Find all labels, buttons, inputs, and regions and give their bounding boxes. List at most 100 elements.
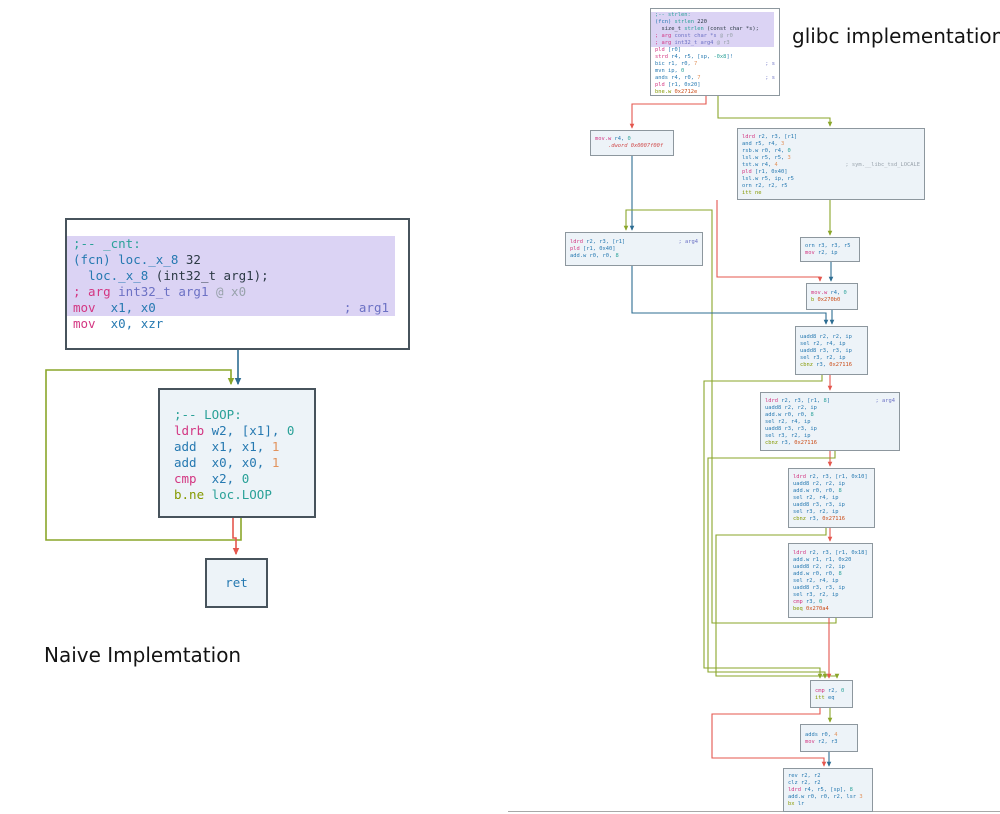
naive-entry-block[interactable]: ;-- _cnt:(fcn) loc._x_8 32 loc._x_8 (int… (65, 218, 410, 350)
adjust-count-block[interactable]: adds r0, 4mov r2, r3 (800, 724, 858, 752)
null-found-block[interactable]: cmp r2, 0itt eq (810, 680, 853, 708)
asm-line: ldrd r2, r3, [r1, 0x10] (789, 474, 874, 481)
asm-line: add.w r0, r0, 8 (789, 488, 874, 495)
asm-line: add x0, x0, 1 (168, 455, 314, 471)
epilogue-block[interactable]: rev r2, r2clz r2, r2ldrd r4, r5, [sp], 8… (783, 768, 873, 812)
asm-token: ldrd (788, 787, 804, 794)
asm-line: .dword 0x0007f00f (591, 143, 673, 150)
asm-token: pld (570, 246, 583, 253)
asm-token: 32 (186, 252, 201, 268)
asm-token: 4 (774, 162, 777, 169)
asm-token: 3 (781, 141, 784, 148)
asm-token: ] (827, 398, 830, 405)
asm-token: 3 (787, 155, 790, 162)
asm-token: pld (742, 169, 755, 176)
asm-line: size_t strlen (const char *s); (651, 26, 774, 33)
asm-token: (const char *s); (707, 26, 759, 33)
loop-load-block[interactable]: ldrd r2, r3, [r1]; arg4pld [r1, 0x40]add… (565, 232, 703, 266)
asm-token: orn r3, r3, r5 (805, 243, 850, 250)
asm-token: ldrd (570, 239, 586, 246)
asm-token: ret (225, 575, 248, 591)
asm-line: add.w r0, r0, 8 (789, 571, 872, 578)
naive-title-label: Naive Implemtation (44, 643, 241, 667)
asm-token: sel r2, r4, ip (793, 578, 838, 585)
asm-token: cbnz (793, 516, 809, 523)
check-word24-block[interactable]: ldrd r2, r3, [r1, 0x18]add.w r1, r1, 0x2… (788, 543, 873, 618)
asm-token: 0x270b0 (818, 297, 841, 304)
asm-line: add.w r0, r0, r2, lsr 3 (784, 794, 872, 801)
asm-line: add.w r1, r1, 0x20 (789, 557, 872, 564)
asm-token: ;-- strlen: (655, 12, 691, 19)
check-word8-block[interactable]: ldrd r2, r3, [r1, 8]; arg4uadd8 r2, r2, … (760, 392, 900, 451)
asm-token: eq (828, 695, 835, 702)
asm-token: mov (805, 739, 818, 746)
strlen-entry-block[interactable]: ;-- strlen:(fcn) strlen 220 size_t strle… (650, 8, 780, 96)
asm-token: uadd8 r3, r3, ip (793, 502, 845, 509)
asm-token: r2, r3, [r1] (758, 134, 797, 141)
asm-token: loc._x_8 (88, 268, 148, 284)
asm-line: sel r2, r4, ip (789, 578, 872, 585)
asm-line: b 0x270b0 (807, 297, 857, 304)
asm-line: sel r2, r4, ip (761, 419, 899, 426)
asm-token: add.w r1, r1, 0x20 (793, 557, 851, 564)
asm-token: ; sym.__libc_tsd_LOCALE (845, 162, 920, 168)
asm-token: size_t (655, 26, 684, 33)
asm-token: lsl.w r5, ip, r5 (742, 176, 794, 183)
asm-token: const char *s (674, 33, 719, 40)
asm-token: 8 (838, 571, 841, 578)
asm-line: ;-- LOOP: (168, 407, 314, 423)
asm-token: r2, r3, [r1, (781, 398, 823, 405)
asm-token: mov (73, 316, 96, 332)
asm-token: rsb.w r0, r4, (742, 148, 787, 155)
asm-token: r3, (816, 362, 829, 369)
orn-cond-block[interactable]: orn r3, r3, r5mov r2, ip (800, 237, 860, 262)
glibc-edge-entry-true (718, 96, 830, 126)
branch-join-block[interactable]: mov.w r4, 0b 0x270b0 (806, 283, 858, 310)
asm-token: r2, (828, 688, 841, 695)
asm-token: 1 (272, 455, 280, 471)
asm-line: add.w r0, r0, 8 (566, 253, 702, 260)
asm-line: rev r2, r2 (784, 773, 872, 780)
asm-token: ;-- _cnt: (73, 236, 141, 252)
check-word16-block[interactable]: ldrd r2, r3, [r1, 0x10]uadd8 r2, r2, ipa… (788, 468, 875, 528)
asm-token: ldrd (793, 550, 809, 557)
asm-line: mvn ip, 0 (651, 68, 779, 75)
asm-line: itt ne (738, 190, 924, 197)
asm-token: 7 (694, 61, 697, 68)
asm-line: uadd8 r2, r2, ip (789, 481, 874, 488)
aligned-setup-block[interactable]: mov.w r4, 0 .dword 0x0007f00f (590, 130, 674, 156)
asm-token: adds r0, (805, 732, 834, 739)
asm-line: clz r2, r2 (784, 780, 872, 787)
asm-token: r4, (830, 290, 843, 297)
asm-line: mov r2, ip (801, 250, 859, 257)
asm-line: sel r3, r2, ip (761, 433, 899, 440)
asm-line: ands r4, r0, 7; s (651, 75, 779, 82)
misaligned-setup-block[interactable]: ldrd r2, r3, [r1]and r5, r4, 3rsb.w r0, … (737, 128, 925, 200)
asm-token: mov (805, 250, 818, 257)
asm-token: itt ne (742, 190, 761, 197)
check-word0-block[interactable]: uadd8 r2, r2, ipsel r2, r4, ipuadd8 r3, … (795, 326, 868, 375)
asm-token: r2, r3, [r1] (586, 239, 625, 246)
asm-token: r2, r3 (818, 739, 837, 746)
asm-line: ret (225, 575, 248, 591)
asm-token: orn r2, r2, r5 (742, 183, 787, 190)
asm-line: cbnz r3, 0x27116 (761, 440, 899, 447)
asm-token: pld (655, 47, 668, 54)
asm-token: sel r3, r2, ip (800, 355, 845, 362)
asm-token: 0 (841, 688, 844, 695)
naive-edge-loop-to-ret (233, 518, 236, 554)
asm-token: r4, r5, [sp, (671, 54, 713, 61)
naive-loop-block[interactable]: ;-- LOOP:ldrb w2, [x1], 0add x1, x1, 1ad… (158, 388, 316, 518)
asm-token: bic r1, r0, (655, 61, 694, 68)
asm-token: clz r2, r2 (788, 780, 820, 787)
asm-token: uadd8 r2, r2, ip (765, 405, 817, 412)
asm-token: 0 (787, 148, 790, 155)
naive-ret-block[interactable]: ret (205, 558, 268, 608)
asm-comment: ; s (757, 75, 775, 82)
asm-token: b.ne (174, 487, 204, 503)
asm-line: ldrd r2, r3, [r1, 8]; arg4 (761, 398, 899, 405)
asm-line: itt eq (811, 695, 852, 702)
asm-token: ; arg (73, 284, 118, 300)
asm-token: r4, r5, [sp], (804, 787, 849, 794)
asm-token: @ r0 (720, 33, 733, 40)
